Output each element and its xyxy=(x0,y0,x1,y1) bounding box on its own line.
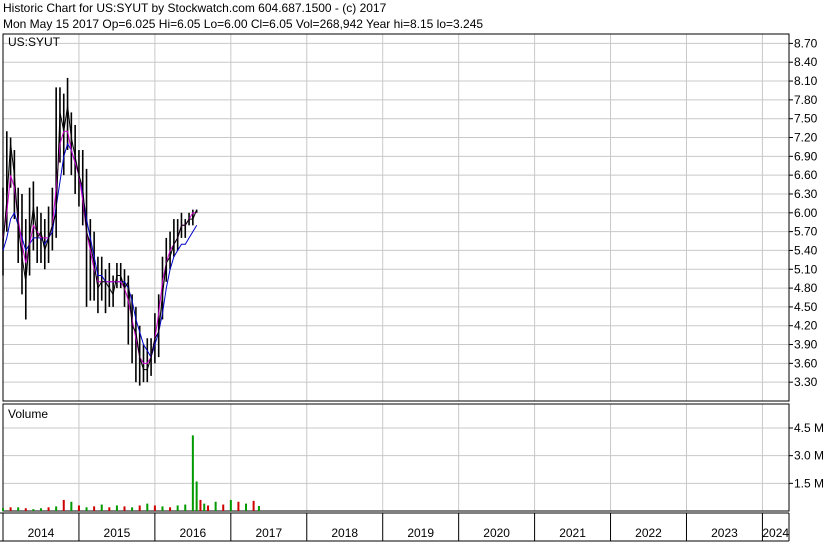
year-label: 2023 xyxy=(711,526,738,540)
price-lines xyxy=(2,106,198,371)
volume-bar xyxy=(55,506,58,511)
volume-grid xyxy=(2,404,789,511)
year-label: 2019 xyxy=(407,526,434,540)
volume-bar xyxy=(184,504,187,511)
year-label: 2014 xyxy=(28,526,55,540)
volume-bar xyxy=(257,506,260,511)
volume-bar xyxy=(146,503,149,511)
price-tick-label: 4.20 xyxy=(794,319,818,333)
volume-bar xyxy=(191,435,194,511)
price-tick-label: 5.10 xyxy=(794,262,818,276)
volume-bar xyxy=(100,504,103,511)
volume-bar xyxy=(176,505,179,511)
year-label: 2022 xyxy=(635,526,662,540)
price-tick-label: 5.40 xyxy=(794,243,818,257)
price-axis-ticks: 8.70 8.40 8.10 7.80 7.50 7.20 6.90 6.60 6.30 6.00… xyxy=(789,36,818,389)
close-price-line xyxy=(2,106,198,371)
volume-tick-label: 3.0 M xyxy=(794,449,824,463)
volume-bar xyxy=(17,507,20,511)
volume-panel-frame xyxy=(2,403,790,512)
volume-bar xyxy=(195,481,198,511)
price-tick-label: 4.80 xyxy=(794,281,818,295)
price-tick-label: 7.20 xyxy=(794,131,818,145)
volume-bar xyxy=(203,503,206,511)
volume-bar xyxy=(85,507,88,511)
price-tick-label: 5.70 xyxy=(794,225,818,239)
price-tick-label: 6.00 xyxy=(794,206,818,220)
price-tick-label: 7.50 xyxy=(794,112,818,126)
price-tick-label: 7.80 xyxy=(794,93,818,107)
volume-bar xyxy=(123,506,126,511)
year-label: 2018 xyxy=(331,526,358,540)
volume-bars xyxy=(2,435,260,511)
volume-bar xyxy=(39,508,42,511)
volume-bar xyxy=(252,500,255,511)
volume-bar xyxy=(131,507,134,511)
price-tick-label: 8.40 xyxy=(794,55,818,69)
volume-bar xyxy=(2,508,4,511)
price-tick-label: 3.60 xyxy=(794,356,818,370)
price-tick-label: 4.50 xyxy=(794,300,818,314)
volume-tick-label: 1.5 M xyxy=(794,476,824,490)
volume-bar xyxy=(237,501,240,511)
price-tick-label: 3.90 xyxy=(794,338,818,352)
volume-bar xyxy=(153,505,156,511)
volume-bar xyxy=(77,505,80,511)
stock-chart: US:SYUT Volume 8.70 8.40 8.10 7.80 7.50 7.20 6… xyxy=(0,33,824,542)
volume-bar xyxy=(229,499,232,511)
volume-bar xyxy=(207,505,210,511)
volume-bar xyxy=(169,507,172,511)
price-tick-label: 6.90 xyxy=(794,149,818,163)
price-panel-frame xyxy=(2,33,790,402)
price-grid xyxy=(2,34,789,401)
volume-bar xyxy=(138,505,141,511)
price-tick-label: 8.10 xyxy=(794,74,818,88)
year-label: 2024 xyxy=(762,526,789,540)
volume-bar xyxy=(70,501,73,511)
volume-bar xyxy=(93,506,96,511)
volume-bar xyxy=(222,504,225,511)
year-label: 2017 xyxy=(255,526,282,540)
volume-bar xyxy=(24,508,27,511)
volume-bar xyxy=(199,499,202,511)
x-axis-labels: 2014 2015 2016 2017 2018 2019 2020 2021 2022 2023… xyxy=(0,512,790,542)
volume-bar xyxy=(9,507,12,511)
price-tick-label: 3.30 xyxy=(794,375,818,389)
volume-bar xyxy=(214,501,217,511)
year-label: 2020 xyxy=(483,526,510,540)
price-tick-label: 8.70 xyxy=(794,36,818,50)
volume-bar xyxy=(161,506,164,511)
price-tick-label: 6.30 xyxy=(794,187,818,201)
volume-bar xyxy=(245,503,248,511)
volume-tick-label: 4.5 M xyxy=(794,421,824,435)
volume-axis-ticks: 4.5 M 3.0 M 1.5 M xyxy=(789,421,824,490)
volume-bar xyxy=(62,499,65,511)
year-label: 2015 xyxy=(104,526,131,540)
symbol-label: US:SYUT xyxy=(8,35,61,49)
volume-bar xyxy=(108,507,111,511)
volume-label: Volume xyxy=(8,407,48,421)
year-label: 2021 xyxy=(559,526,586,540)
volume-bar xyxy=(115,505,118,511)
moving-average-short-line xyxy=(2,130,197,364)
year-label: 2016 xyxy=(180,526,207,540)
volume-bar xyxy=(32,509,35,511)
volume-bar xyxy=(47,507,50,511)
price-tick-label: 6.60 xyxy=(794,168,818,182)
